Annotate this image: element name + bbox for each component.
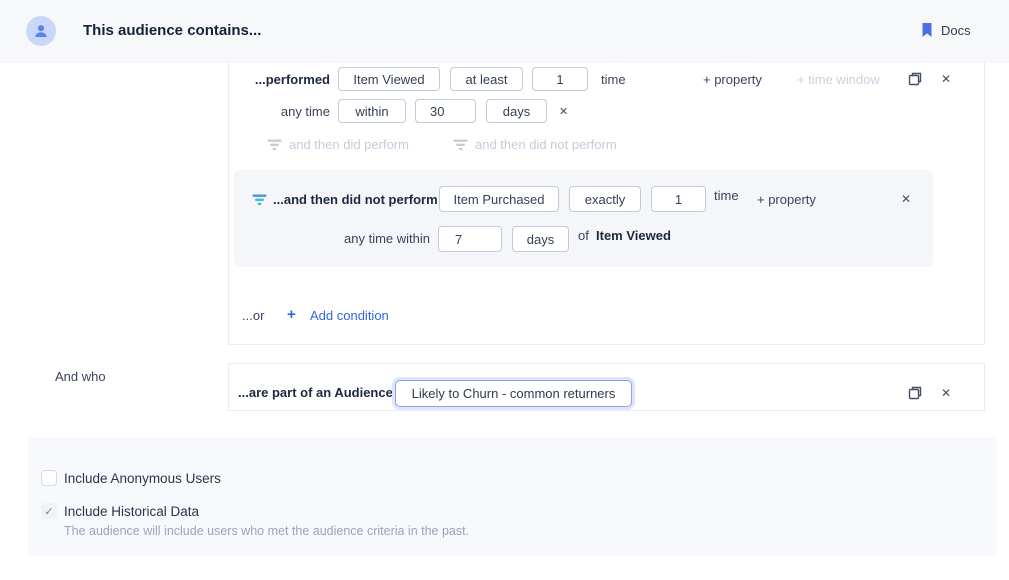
sub-of-label: of	[578, 228, 589, 243]
duplicate-icon	[907, 71, 923, 87]
remove-audience-condition-button[interactable]: ✕	[941, 386, 951, 400]
remove-sub-condition-button[interactable]: ✕	[901, 192, 911, 206]
add-time-window-button[interactable]: + time window	[797, 72, 880, 87]
funnel-icon-active	[252, 194, 267, 206]
bookmark-icon	[921, 22, 933, 38]
funnel-icon	[453, 139, 468, 151]
include-anonymous-checkbox[interactable]	[41, 470, 57, 486]
remove-condition-button[interactable]: ✕	[941, 72, 951, 86]
time-filter-prefix: any time	[230, 104, 330, 119]
include-historical-label: Include Historical Data	[64, 504, 199, 519]
plus-icon[interactable]: +	[287, 306, 296, 323]
add-condition-button[interactable]: Add condition	[310, 308, 389, 323]
check-icon: ✓	[44, 505, 53, 518]
sub-window-unit-select[interactable]: days	[512, 226, 569, 252]
remove-time-filter-button[interactable]: ✕	[559, 105, 568, 119]
sub-add-property-button[interactable]: + property	[757, 192, 816, 207]
include-historical-description: The audience will include users who met …	[64, 524, 469, 538]
duplicate-icon	[907, 385, 923, 401]
sub-operator-select[interactable]: exactly	[569, 186, 641, 212]
header: This audience contains... Docs	[0, 0, 1009, 62]
sub-window-prefix: any time within	[300, 231, 430, 246]
and-then-did-not-perform-label: and then did not perform	[475, 137, 617, 152]
sub-condition-block	[234, 170, 933, 267]
duplicate-condition-button[interactable]	[907, 71, 923, 87]
and-then-did-not-perform-button[interactable]: and then did not perform	[453, 137, 617, 152]
time-filter-unit-select[interactable]: days	[486, 99, 547, 123]
sub-time-unit-label: time	[714, 188, 739, 203]
page-title: This audience contains...	[83, 22, 261, 39]
audience-avatar-icon	[26, 16, 56, 46]
sub-condition-prefix: ...and then did not perform	[273, 192, 438, 207]
event-select[interactable]: Item Viewed	[338, 67, 440, 91]
time-unit-label: time	[601, 72, 626, 87]
sub-of-event-label: Item Viewed	[596, 228, 671, 243]
and-then-did-perform-label: and then did perform	[289, 137, 409, 152]
options-panel	[28, 437, 997, 556]
count-input[interactable]	[532, 67, 588, 91]
operator-select[interactable]: at least	[450, 67, 523, 91]
duplicate-audience-condition-button[interactable]	[907, 385, 923, 401]
sub-window-value-input[interactable]	[438, 226, 502, 252]
time-filter-value-input[interactable]	[415, 99, 476, 123]
sub-count-input[interactable]	[651, 186, 706, 212]
docs-link[interactable]: Docs	[921, 22, 971, 38]
sub-event-select[interactable]: Item Purchased	[439, 186, 559, 212]
include-historical-checkbox[interactable]: ✓	[41, 503, 57, 519]
include-anonymous-label: Include Anonymous Users	[64, 471, 221, 486]
funnel-icon	[267, 139, 282, 151]
audience-prefix: ...are part of an Audience	[238, 385, 393, 400]
add-property-button[interactable]: + property	[703, 72, 762, 87]
and-then-did-perform-button[interactable]: and then did perform	[267, 137, 409, 152]
performed-prefix: ...performed	[230, 72, 330, 87]
or-label: ...or	[242, 308, 264, 323]
person-icon	[33, 23, 49, 39]
time-filter-operator-select[interactable]: within	[338, 99, 406, 123]
and-who-label: And who	[55, 369, 106, 384]
audience-select[interactable]: Likely to Churn - common returners	[395, 380, 632, 407]
docs-label: Docs	[941, 23, 971, 38]
